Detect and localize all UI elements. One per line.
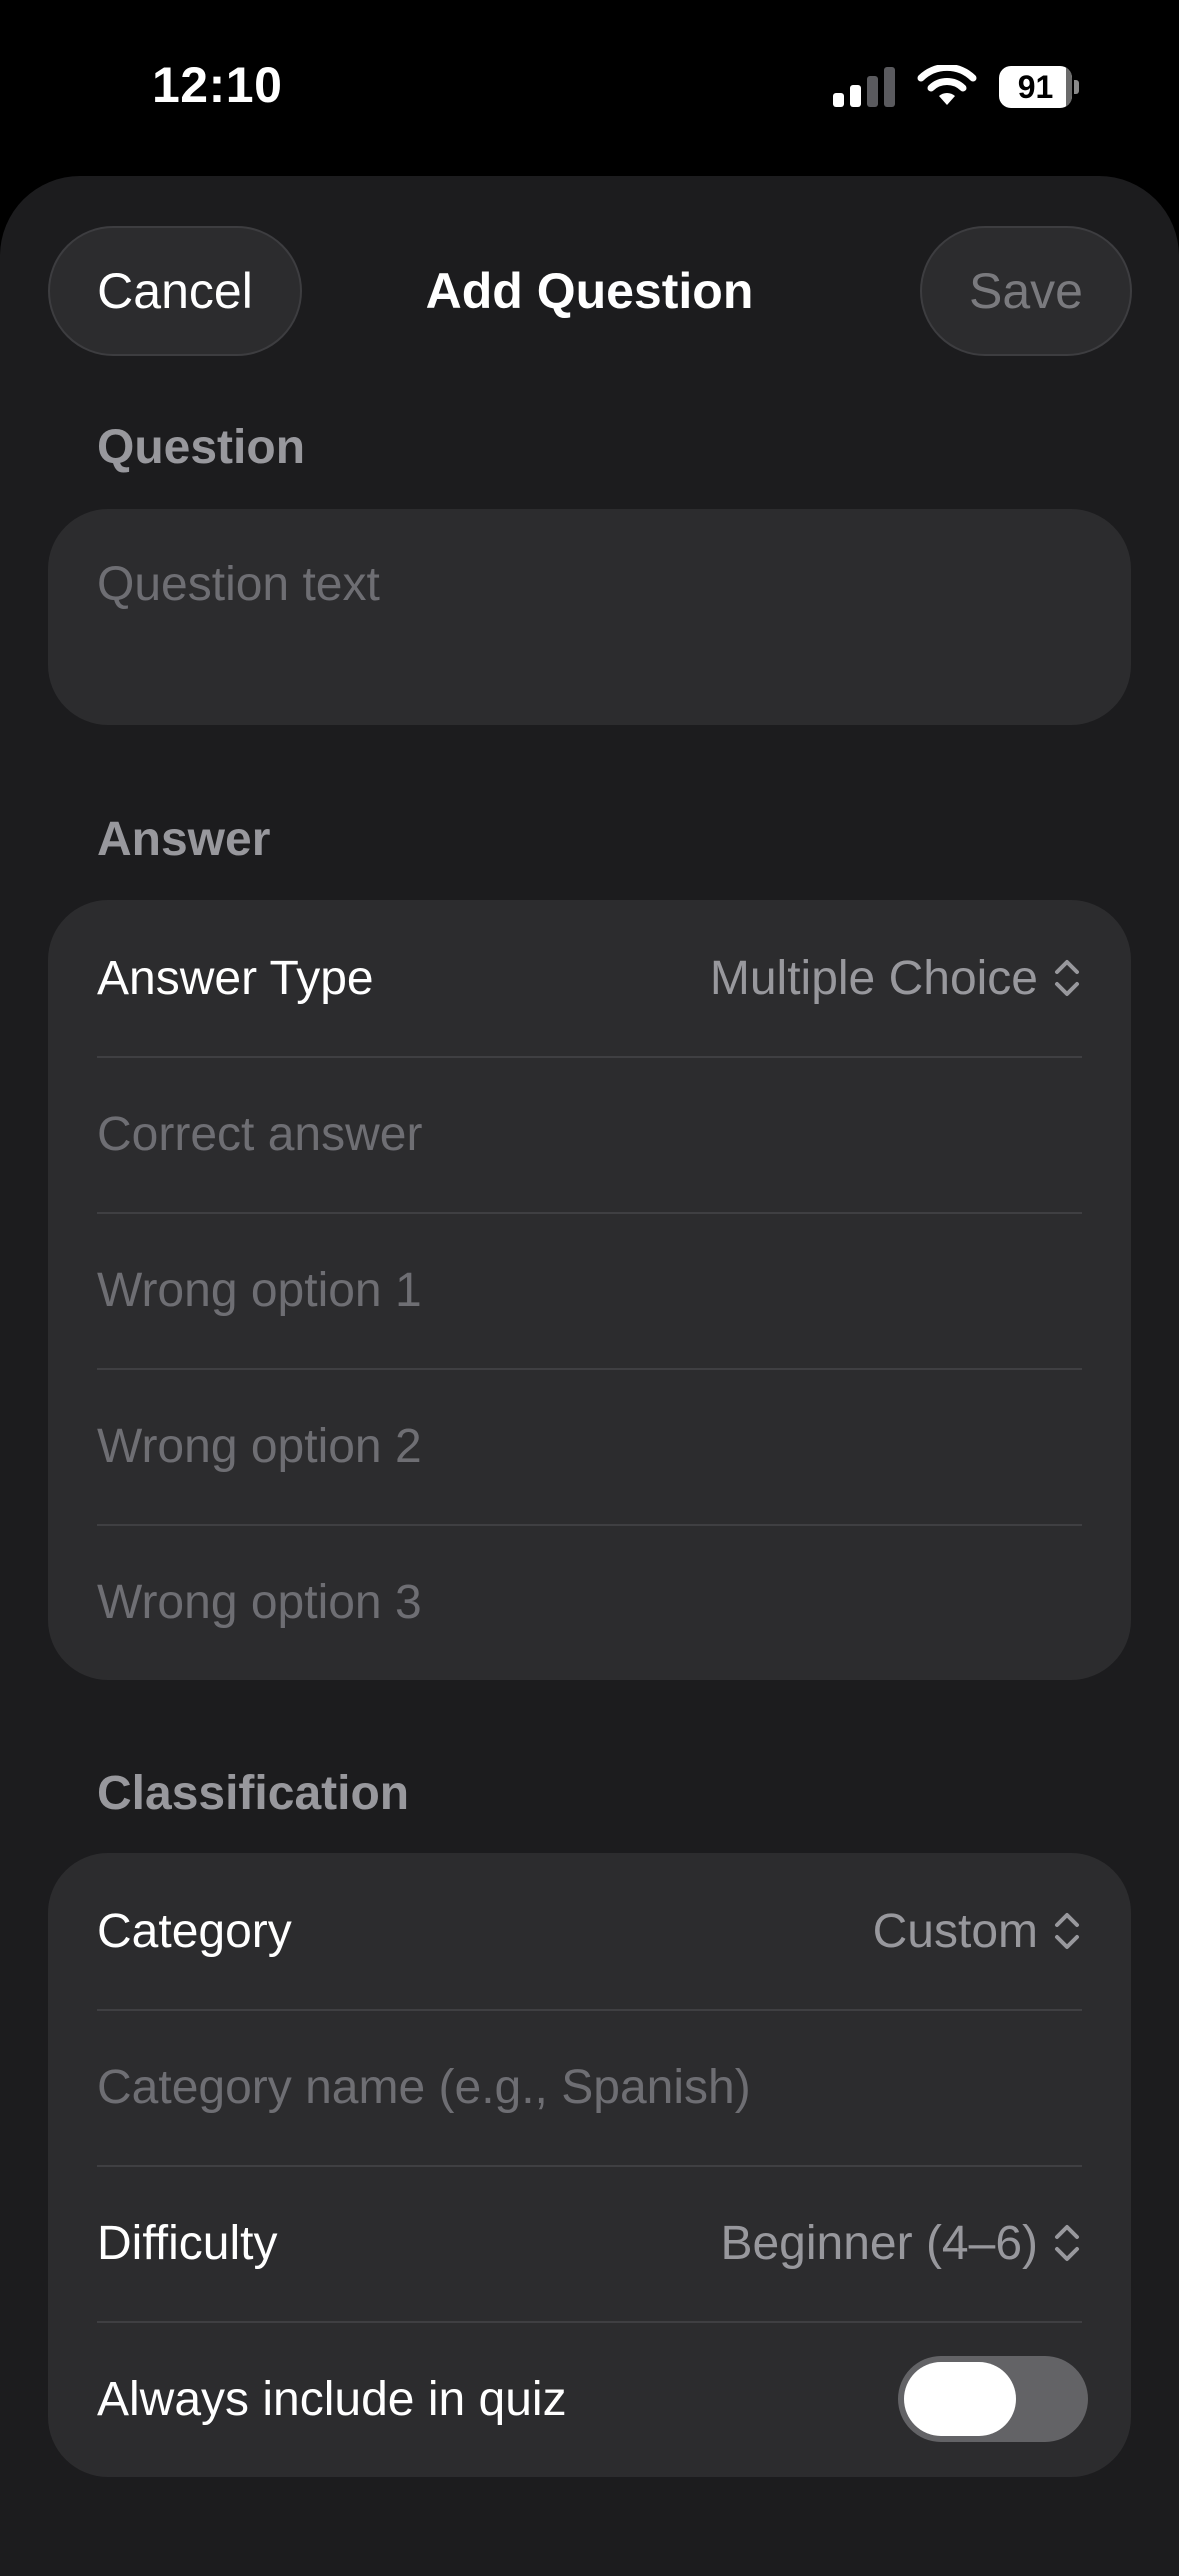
cellular-signal-icon (833, 67, 895, 107)
answer-section-header: Answer (97, 813, 271, 866)
answer-type-label: Answer Type (97, 951, 374, 1005)
category-name-placeholder: Category name (e.g., Spanish) (97, 2060, 751, 2114)
wrong-option-2-input[interactable]: Wrong option 2 (48, 1368, 1131, 1524)
cancel-button[interactable]: Cancel (48, 226, 302, 356)
answer-type-value: Multiple Choice (709, 951, 1038, 1005)
status-bar: 12:10 91 (0, 0, 1179, 176)
question-section-header: Question (97, 421, 306, 474)
wifi-icon (917, 65, 977, 105)
always-include-row: Always include in quiz (48, 2321, 1131, 2477)
battery-icon: 91 (999, 66, 1073, 108)
category-value-container[interactable]: Custom (873, 1904, 1082, 1959)
battery-level: 91 (1017, 68, 1054, 105)
category-label: Category (97, 1904, 292, 1958)
wrong-option-3-input[interactable]: Wrong option 3 (48, 1524, 1131, 1680)
wrong-option-3-placeholder: Wrong option 3 (97, 1575, 422, 1629)
category-picker[interactable]: Category Custom (48, 1853, 1131, 2009)
difficulty-picker[interactable]: Difficulty Beginner (4–6) (48, 2165, 1131, 2321)
difficulty-value-container[interactable]: Beginner (4–6) (720, 2216, 1082, 2271)
status-icons: 91 (833, 62, 1079, 112)
chevron-up-down-icon (1055, 960, 1079, 996)
wrong-option-1-placeholder: Wrong option 1 (97, 1263, 422, 1317)
answer-card: Answer Type Multiple Choice Correct answ… (48, 900, 1131, 1680)
add-question-sheet: Cancel Add Question Save Question Questi… (0, 176, 1179, 2576)
classification-card: Category Custom Category name (e.g., Spa… (48, 1853, 1131, 2477)
wrong-option-2-placeholder: Wrong option 2 (97, 1419, 422, 1473)
question-card: Question text (48, 509, 1131, 725)
category-value: Custom (872, 1904, 1038, 1958)
toggle-knob[interactable] (904, 2362, 1016, 2436)
wrong-option-1-input[interactable]: Wrong option 1 (48, 1212, 1131, 1368)
always-include-label: Always include in quiz (97, 2372, 567, 2426)
category-name-input[interactable]: Category name (e.g., Spanish) (48, 2009, 1131, 2165)
answer-type-picker[interactable]: Answer Type Multiple Choice (48, 900, 1131, 1056)
difficulty-label: Difficulty (97, 2216, 278, 2270)
battery-indicator: 91 (999, 65, 1079, 109)
difficulty-value: Beginner (4–6) (720, 2216, 1038, 2270)
classification-section-header: Classification (97, 1767, 410, 1820)
chevron-up-down-icon (1055, 1913, 1079, 1949)
always-include-toggle[interactable] (898, 2356, 1088, 2442)
status-time: 12:10 (152, 57, 283, 113)
correct-answer-placeholder: Correct answer (97, 1107, 423, 1161)
answer-type-value-container[interactable]: Multiple Choice (710, 951, 1082, 1006)
question-text-input[interactable]: Question text (48, 509, 1131, 725)
save-button[interactable]: Save (920, 226, 1132, 356)
chevron-up-down-icon (1055, 2225, 1079, 2261)
correct-answer-input[interactable]: Correct answer (48, 1056, 1131, 1212)
